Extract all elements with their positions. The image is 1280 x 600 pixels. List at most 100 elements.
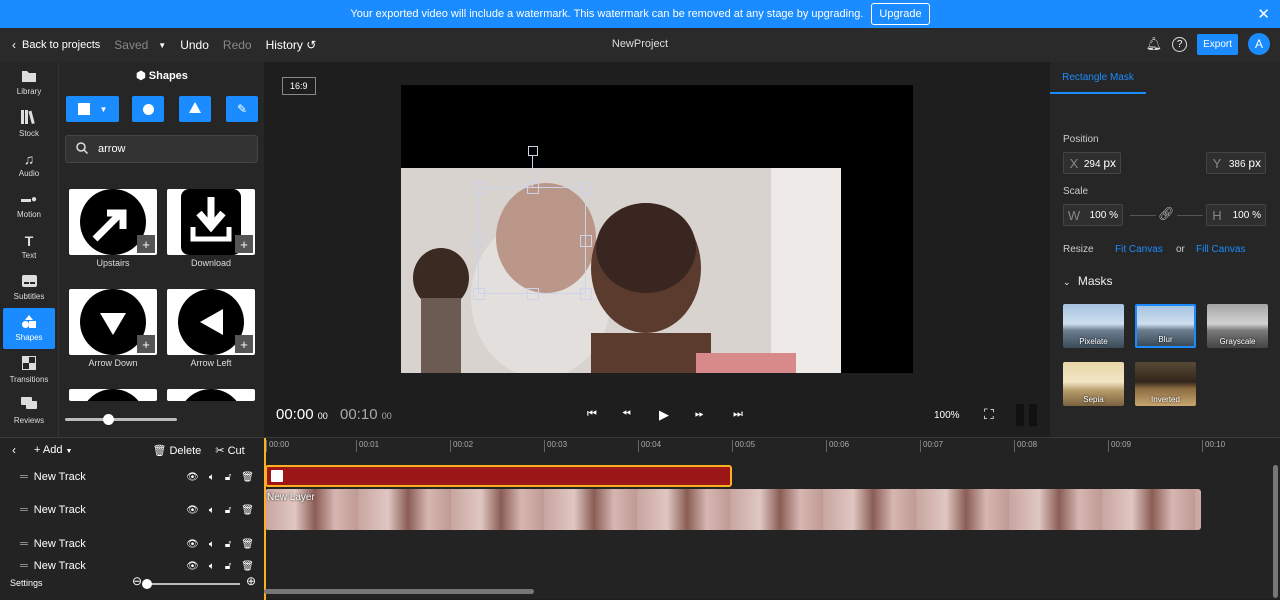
settings-button[interactable]: Settings bbox=[10, 578, 43, 588]
sidebar-item-stock[interactable]: Stock bbox=[0, 103, 58, 144]
track-name[interactable]: New Track bbox=[34, 538, 86, 550]
drag-handle-icon[interactable]: ═ bbox=[20, 538, 28, 550]
shape-tile-arrow-left[interactable]: + bbox=[167, 289, 255, 355]
add-track-button[interactable]: + Add ▼ bbox=[34, 444, 72, 456]
resize-handle[interactable] bbox=[580, 182, 592, 194]
horizontal-scrollbar[interactable] bbox=[264, 589, 534, 594]
eye-icon[interactable]: 👁︎ bbox=[186, 561, 199, 572]
skip-back-icon[interactable]: ⏮︎ bbox=[587, 408, 597, 421]
trash-icon[interactable]: 🗑︎ bbox=[241, 505, 254, 516]
bell-icon[interactable]: 🔔︎ bbox=[1146, 36, 1163, 52]
shape-tile-partial[interactable] bbox=[167, 389, 255, 401]
lock-icon[interactable]: 🔓︎ bbox=[225, 561, 231, 572]
mask-inverted[interactable]: Inverted bbox=[1135, 362, 1196, 406]
eye-icon[interactable]: 👁︎ bbox=[186, 539, 199, 550]
scale-h-field[interactable]: H 100 % bbox=[1206, 204, 1266, 226]
back-to-projects-link[interactable]: Back to projects bbox=[22, 39, 100, 51]
help-icon[interactable]: ? bbox=[1172, 36, 1188, 52]
eye-icon[interactable]: 👁︎ bbox=[186, 472, 199, 483]
circle-shape-button[interactable] bbox=[132, 96, 164, 122]
lock-icon[interactable]: 🔓︎ bbox=[225, 505, 231, 516]
fill-canvas-link[interactable]: Fill Canvas bbox=[1196, 244, 1245, 255]
rewind-icon[interactable]: ⏪︎ bbox=[622, 408, 631, 421]
avatar[interactable]: A bbox=[1248, 33, 1270, 55]
track-row[interactable]: ═ New Track 👁︎ 🔈︎ 🔓︎ 🗑︎ bbox=[0, 467, 264, 487]
add-shape-icon[interactable]: + bbox=[235, 335, 253, 353]
scale-w-field[interactable]: W 100 % bbox=[1063, 204, 1123, 226]
triangle-shape-button[interactable] bbox=[179, 96, 211, 122]
search-input[interactable] bbox=[98, 143, 248, 155]
add-shape-icon[interactable]: + bbox=[235, 235, 253, 253]
resize-handle[interactable] bbox=[580, 288, 592, 300]
collapse-icon[interactable]: ‹ bbox=[12, 443, 16, 457]
resize-handle[interactable] bbox=[527, 182, 539, 194]
add-shape-icon[interactable]: + bbox=[137, 335, 155, 353]
volume-icon[interactable]: 🔈︎ bbox=[209, 505, 215, 516]
sidebar-item-library[interactable]: Library bbox=[0, 62, 58, 103]
resize-handle[interactable] bbox=[580, 235, 592, 247]
sidebar-item-reviews[interactable]: Reviews bbox=[0, 390, 58, 431]
zoom-in-icon[interactable]: ⊕ bbox=[246, 574, 256, 588]
zoom-level[interactable]: 100% bbox=[934, 410, 960, 421]
playhead[interactable] bbox=[264, 438, 266, 600]
skip-forward-icon[interactable]: ⏭︎ bbox=[733, 408, 743, 421]
mask-blur[interactable]: Blur bbox=[1135, 304, 1196, 348]
zoom-out-icon[interactable]: ⊖ bbox=[132, 574, 142, 588]
trash-icon[interactable]: 🗑︎ bbox=[241, 539, 254, 550]
fit-canvas-link[interactable]: Fit Canvas bbox=[1115, 244, 1163, 255]
sidebar-item-audio[interactable]: ♫ Audio bbox=[0, 144, 58, 185]
timeline-zoom-slider[interactable] bbox=[142, 579, 240, 589]
draw-shape-button[interactable]: ✎ bbox=[226, 96, 258, 122]
track-row[interactable]: ═ New Track 👁︎ 🔈︎ 🔓︎ 🗑︎ bbox=[0, 500, 264, 520]
undo-button[interactable]: Undo bbox=[180, 38, 209, 52]
mask-sepia[interactable]: Sepia bbox=[1063, 362, 1124, 406]
link-icon[interactable]: 🔗︎ bbox=[1158, 206, 1175, 222]
track-name[interactable]: New Track bbox=[34, 560, 86, 572]
cut-button[interactable]: ✂ Cut bbox=[215, 444, 244, 457]
resize-handle[interactable] bbox=[473, 182, 485, 194]
position-x-field[interactable]: X 294 px bbox=[1063, 152, 1121, 174]
resize-handle[interactable] bbox=[473, 235, 485, 247]
position-y-field[interactable]: Y 386 px bbox=[1206, 152, 1266, 174]
drag-handle-icon[interactable]: ═ bbox=[20, 471, 28, 483]
track-row[interactable]: ═ New Track 👁︎ 🔈︎ 🔓︎ 🗑︎ bbox=[0, 534, 264, 554]
video-clip[interactable]: New Layer bbox=[265, 489, 1201, 530]
rectangle-shape-button[interactable]: ▼ bbox=[66, 96, 119, 122]
redo-button[interactable]: Redo bbox=[223, 38, 252, 52]
rotate-handle[interactable] bbox=[528, 146, 538, 156]
lock-icon[interactable]: 🔓︎ bbox=[225, 539, 231, 550]
sidebar-item-transitions[interactable]: Transitions bbox=[0, 349, 58, 390]
mask-grayscale[interactable]: Grayscale bbox=[1207, 304, 1268, 348]
volume-icon[interactable]: 🔈︎ bbox=[209, 561, 215, 572]
close-icon[interactable]: ✕ bbox=[1257, 5, 1270, 23]
shape-search-box[interactable] bbox=[65, 135, 258, 163]
drag-handle-icon[interactable]: ═ bbox=[20, 504, 28, 516]
upgrade-button[interactable]: Upgrade bbox=[871, 3, 930, 25]
track-name[interactable]: New Track bbox=[34, 504, 86, 516]
shape-clip[interactable] bbox=[265, 465, 732, 487]
fullscreen-icon[interactable]: ⛶ bbox=[984, 406, 994, 423]
sidebar-item-subtitles[interactable]: Subtitles bbox=[0, 267, 58, 308]
vertical-scrollbar[interactable] bbox=[1273, 465, 1278, 598]
sidebar-item-text[interactable]: T Text bbox=[0, 226, 58, 267]
play-icon[interactable]: ▶ bbox=[659, 407, 669, 423]
add-shape-icon[interactable]: + bbox=[137, 235, 155, 253]
volume-icon[interactable]: 🔈︎ bbox=[209, 539, 215, 550]
drag-handle-icon[interactable]: ═ bbox=[20, 560, 28, 572]
video-canvas[interactable] bbox=[401, 85, 913, 373]
slider-handle[interactable] bbox=[142, 579, 152, 589]
history-button[interactable]: History ↺ bbox=[266, 38, 317, 52]
lock-icon[interactable]: 🔓︎ bbox=[225, 472, 231, 483]
slider-handle[interactable] bbox=[102, 414, 114, 425]
chevron-down-icon[interactable]: ▼ bbox=[158, 41, 166, 50]
back-icon[interactable]: ‹ bbox=[12, 38, 16, 52]
sidebar-item-shapes[interactable]: Shapes bbox=[3, 308, 55, 349]
shape-tile-download[interactable]: + bbox=[167, 189, 255, 255]
resize-handle[interactable] bbox=[527, 288, 539, 300]
shape-tile-partial[interactable] bbox=[69, 389, 157, 401]
shape-tile-upstairs[interactable]: + bbox=[69, 189, 157, 255]
export-button[interactable]: Export bbox=[1197, 33, 1238, 55]
pause-icon[interactable] bbox=[1016, 404, 1038, 429]
track-row[interactable]: ═ New Track 👁︎ 🔈︎ 🔓︎ 🗑︎ bbox=[0, 559, 264, 573]
track-name[interactable]: New Track bbox=[34, 471, 86, 483]
